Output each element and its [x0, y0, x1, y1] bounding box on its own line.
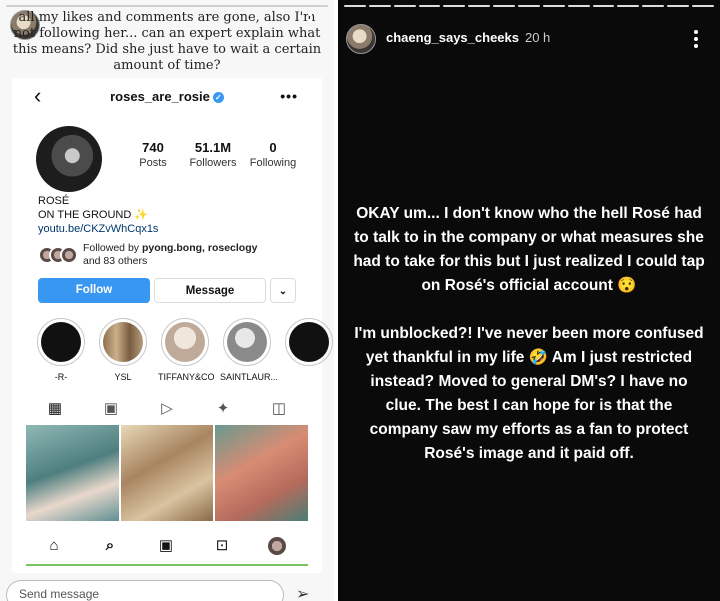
shop-icon[interactable]: ⊡ — [212, 536, 232, 556]
profile-picture[interactable] — [36, 126, 102, 192]
suggested-dropdown-button[interactable]: ⌄ — [270, 278, 296, 303]
search-icon[interactable]: ⌕ — [100, 536, 120, 556]
story-paragraph: I'm unblocked?! I've never been more con… — [354, 325, 704, 462]
profile-tabs: ▦ ▣ ▷ ✦ ◫ — [12, 394, 322, 422]
story-header: chaeng_says_cheeks 20 h — [386, 30, 550, 45]
home-indicator — [26, 564, 308, 566]
highlight-ysl[interactable]: YSL — [96, 318, 150, 382]
three-dots-vertical-icon[interactable] — [308, 12, 312, 30]
sparkles-icon[interactable]: ✦ — [212, 398, 234, 420]
followed-by[interactable]: Followed by pyong.bong, roseclogy and 83… — [38, 242, 257, 268]
mutual-avatar — [60, 246, 78, 264]
send-message-input[interactable]: Send message — [6, 580, 284, 601]
instagram-screenshot: ‹ roses_are_rosie ✓ ••• 740 Posts 51.1M F… — [12, 78, 333, 573]
tagged-icon[interactable]: ◫ — [268, 398, 290, 420]
message-button[interactable]: Message — [154, 278, 266, 303]
highlight-tiffany[interactable]: TIFFANY&CO — [158, 318, 215, 382]
reels-icon[interactable]: ▣ — [100, 398, 122, 420]
story-paragraph: OKAY um... I don't know who the hell Ros… — [353, 205, 705, 294]
highlight-r[interactable]: -R- — [34, 318, 88, 382]
story-username[interactable]: chaeng_says_cheeks — [386, 30, 519, 45]
paper-plane-icon[interactable]: ➢ — [296, 584, 309, 601]
post-thumbnail[interactable] — [215, 425, 309, 521]
right-story-panel: chaeng_says_cheeks 20 h OKAY um... I don'… — [338, 0, 720, 601]
profile-handle: roses_are_rosie — [110, 89, 210, 104]
profile-header: ‹ roses_are_rosie ✓ ••• — [12, 85, 322, 108]
chevron-down-icon: ⌄ — [278, 286, 288, 297]
three-dots-vertical-icon[interactable] — [694, 30, 698, 48]
sparkle-emoji: ✨ — [134, 209, 149, 221]
profile-avatar-icon[interactable] — [268, 537, 286, 555]
grid-icon[interactable]: ▦ — [44, 398, 66, 420]
follow-button[interactable]: Follow — [38, 278, 150, 303]
profile-bio: ROSÉ ON THE GROUND ✨ youtu.be/CKZvWhCqx1… — [38, 194, 158, 236]
post-thumbnail[interactable] — [120, 425, 214, 521]
profile-name: ROSÉ — [38, 195, 70, 207]
verified-badge-icon: ✓ — [212, 92, 224, 104]
highlight-saintlaurent[interactable]: SAINTLAUR... — [220, 318, 278, 382]
more-horizontal-icon[interactable]: ••• — [280, 88, 298, 104]
story-avatar[interactable] — [346, 24, 376, 54]
bottom-navigation: ⌂ ⌕ ▣ ⊡ — [12, 530, 322, 560]
home-icon[interactable]: ⌂ — [44, 536, 64, 556]
highlight-partial[interactable] — [282, 318, 334, 366]
post-grid — [26, 425, 309, 521]
story-caption: all my likes and comments are gone, also… — [12, 10, 322, 73]
story-text: OKAY um... I don't know who the hell Ros… — [352, 202, 706, 490]
mutual-names: pyong.bong, roseclogy — [141, 242, 258, 254]
bio-link[interactable]: youtu.be/CKZvWhCqx1s — [38, 222, 158, 236]
reels-icon[interactable]: ▣ — [156, 536, 176, 556]
bio-line: ON THE GROUND — [38, 209, 132, 221]
left-story-panel: all my likes and comments are gone, also… — [0, 0, 334, 601]
story-progress-bars — [6, 5, 328, 7]
story-progress-bars — [344, 5, 714, 7]
story-time: 20 h — [524, 30, 551, 45]
play-icon[interactable]: ▷ — [156, 398, 178, 420]
following-stat[interactable]: 0 Following — [238, 140, 308, 169]
post-thumbnail[interactable] — [26, 425, 119, 521]
